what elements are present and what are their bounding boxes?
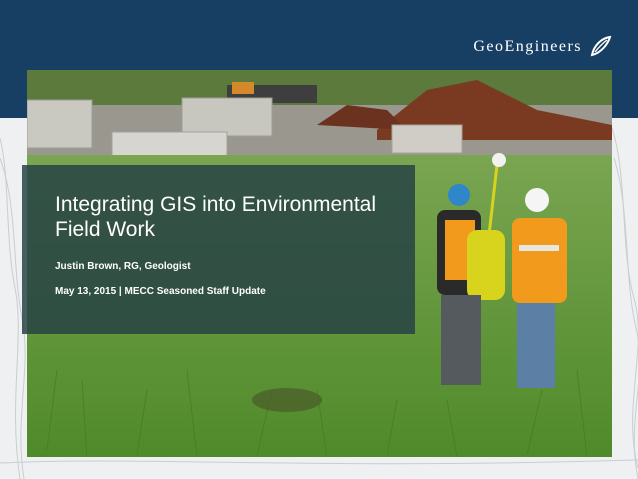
company-logo: GeoEngineers bbox=[473, 35, 612, 59]
logo-text: GeoEngineers bbox=[473, 38, 582, 55]
gps-backpack bbox=[467, 230, 505, 300]
date-event-line: May 13, 2015 | MECC Seasoned Staff Updat… bbox=[55, 286, 266, 297]
drainage-pipe bbox=[252, 388, 322, 412]
concrete-block bbox=[27, 99, 93, 149]
author-line: Justin Brown, RG, Geologist bbox=[55, 261, 191, 272]
title-overlay: Integrating GIS into Environmental Field… bbox=[22, 165, 415, 334]
leaf-swoosh-icon bbox=[590, 35, 612, 57]
slide-title: Integrating GIS into Environmental Field… bbox=[55, 193, 377, 241]
